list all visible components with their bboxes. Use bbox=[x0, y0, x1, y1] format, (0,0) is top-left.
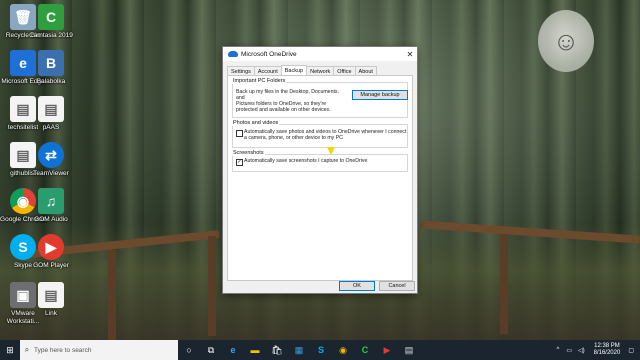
task-view-icon[interactable]: ⧉ bbox=[200, 340, 222, 360]
close-icon[interactable]: ✕ bbox=[403, 50, 417, 59]
balabolka-icon: B bbox=[38, 50, 64, 76]
webcam-avatar: ☺ bbox=[538, 10, 594, 72]
option-line: a camera, phone, or other device to my P… bbox=[244, 135, 343, 141]
desktop-icon-label: TeamViewer bbox=[33, 170, 69, 177]
skype-taskbar-icon[interactable]: S bbox=[310, 340, 332, 360]
screenshots-label: Screenshots bbox=[232, 150, 265, 156]
search-icon: ⌕ bbox=[24, 345, 30, 354]
cortana-icon[interactable]: ○ bbox=[178, 340, 200, 360]
fence-post bbox=[108, 250, 116, 340]
gom-audio-icon: ♫ bbox=[38, 188, 64, 214]
desktop-icon-label: Link bbox=[45, 310, 57, 317]
cancel-button[interactable]: Cancel bbox=[379, 281, 415, 291]
tray-chevron-icon[interactable]: ^ bbox=[557, 347, 560, 353]
important-folders-description: Back up my files in the Desktop, Documen… bbox=[236, 89, 348, 113]
taskbar: ⊞ ⌕ Type here to search ○ ⧉ e ▬ 🛍 ▦ S ◉ … bbox=[0, 340, 640, 360]
notepad-taskbar-icon[interactable]: ▤ bbox=[398, 340, 420, 360]
network-icon[interactable]: ▭ bbox=[566, 347, 572, 354]
fence-post bbox=[208, 236, 216, 336]
clock[interactable]: 12:38 PM 8/16/2020 bbox=[594, 343, 621, 357]
desktop-icon-label: Balabolka bbox=[36, 78, 66, 85]
screenshots-option-text: Automatically save screenshots I capture… bbox=[244, 158, 368, 164]
taskbar-search[interactable]: ⌕ Type here to search bbox=[20, 340, 178, 360]
description-line: Back up my files in the Desktop, Documen… bbox=[236, 89, 339, 101]
document-icon: ▤ bbox=[38, 282, 64, 308]
desktop-icon-paas[interactable]: ▤ pAAS bbox=[28, 96, 74, 132]
onedrive-cloud-icon bbox=[228, 51, 238, 57]
ok-button[interactable]: OK bbox=[339, 281, 375, 291]
gom-player-icon: ▶ bbox=[38, 234, 64, 260]
desktop-icon-teamviewer[interactable]: ⇄ TeamViewer bbox=[28, 142, 74, 178]
desktop-icon-label: Camtasia 2019 bbox=[29, 32, 73, 39]
chrome-taskbar-icon[interactable]: ◉ bbox=[332, 340, 354, 360]
file-explorer-icon[interactable]: ▬ bbox=[244, 340, 266, 360]
notifications-icon[interactable]: ▢ bbox=[628, 347, 634, 354]
photos-videos-label: Photos and videos bbox=[232, 120, 280, 126]
manage-backup-button[interactable]: Manage backup bbox=[352, 90, 408, 100]
store-icon[interactable]: 🛍 bbox=[266, 340, 288, 360]
photos-videos-checkbox[interactable] bbox=[236, 130, 243, 137]
desktop-icon-camtasia[interactable]: C Camtasia 2019 bbox=[28, 4, 74, 40]
desktop-icon-balabolka[interactable]: B Balabolka bbox=[28, 50, 74, 86]
clock-date: 8/16/2020 bbox=[593, 350, 621, 356]
document-icon: ▤ bbox=[38, 96, 64, 122]
volume-icon[interactable]: ◁) bbox=[578, 347, 585, 354]
description-line: protected and available on other devices… bbox=[236, 107, 331, 113]
desktop-icon-link[interactable]: ▤ Link bbox=[28, 282, 74, 318]
dialog-title: Microsoft OneDrive bbox=[241, 50, 297, 58]
important-folders-label: Important PC Folders bbox=[232, 78, 287, 84]
screenshots-checkbox[interactable]: ✓ bbox=[236, 159, 243, 166]
start-button[interactable]: ⊞ bbox=[0, 345, 20, 356]
search-placeholder: Type here to search bbox=[34, 346, 92, 354]
desktop-icon-label: pAAS bbox=[42, 124, 60, 131]
onedrive-settings-dialog: Microsoft OneDrive ✕ Settings Account Ba… bbox=[222, 46, 418, 294]
photos-videos-option-text: Automatically save photos and videos to … bbox=[244, 129, 408, 141]
mouse-cursor-icon bbox=[327, 147, 335, 155]
clock-time: 12:38 PM bbox=[594, 343, 620, 349]
desktop-icon-label: GOM Audio bbox=[34, 216, 68, 223]
backup-panel: Important PC Folders Back up my files in… bbox=[227, 75, 413, 281]
desktop-icon-gom-audio[interactable]: ♫ GOM Audio bbox=[28, 188, 74, 224]
camtasia-taskbar-icon[interactable]: C bbox=[354, 340, 376, 360]
system-tray: ^ ▭ ◁) 12:38 PM 8/16/2020 ▢ bbox=[553, 340, 640, 360]
recorder-taskbar-icon[interactable]: ▶ bbox=[376, 340, 398, 360]
desktop-icon-gom-player[interactable]: ▶ GOM Player bbox=[28, 234, 74, 270]
teamviewer-icon: ⇄ bbox=[38, 142, 64, 168]
mail-icon[interactable]: ▦ bbox=[288, 340, 310, 360]
edge-taskbar-icon[interactable]: e bbox=[222, 340, 244, 360]
fence-post bbox=[500, 234, 508, 334]
dialog-titlebar[interactable]: Microsoft OneDrive ✕ bbox=[223, 47, 417, 61]
desktop-icon-label: GOM Player bbox=[33, 262, 69, 269]
camtasia-icon: C bbox=[38, 4, 64, 30]
